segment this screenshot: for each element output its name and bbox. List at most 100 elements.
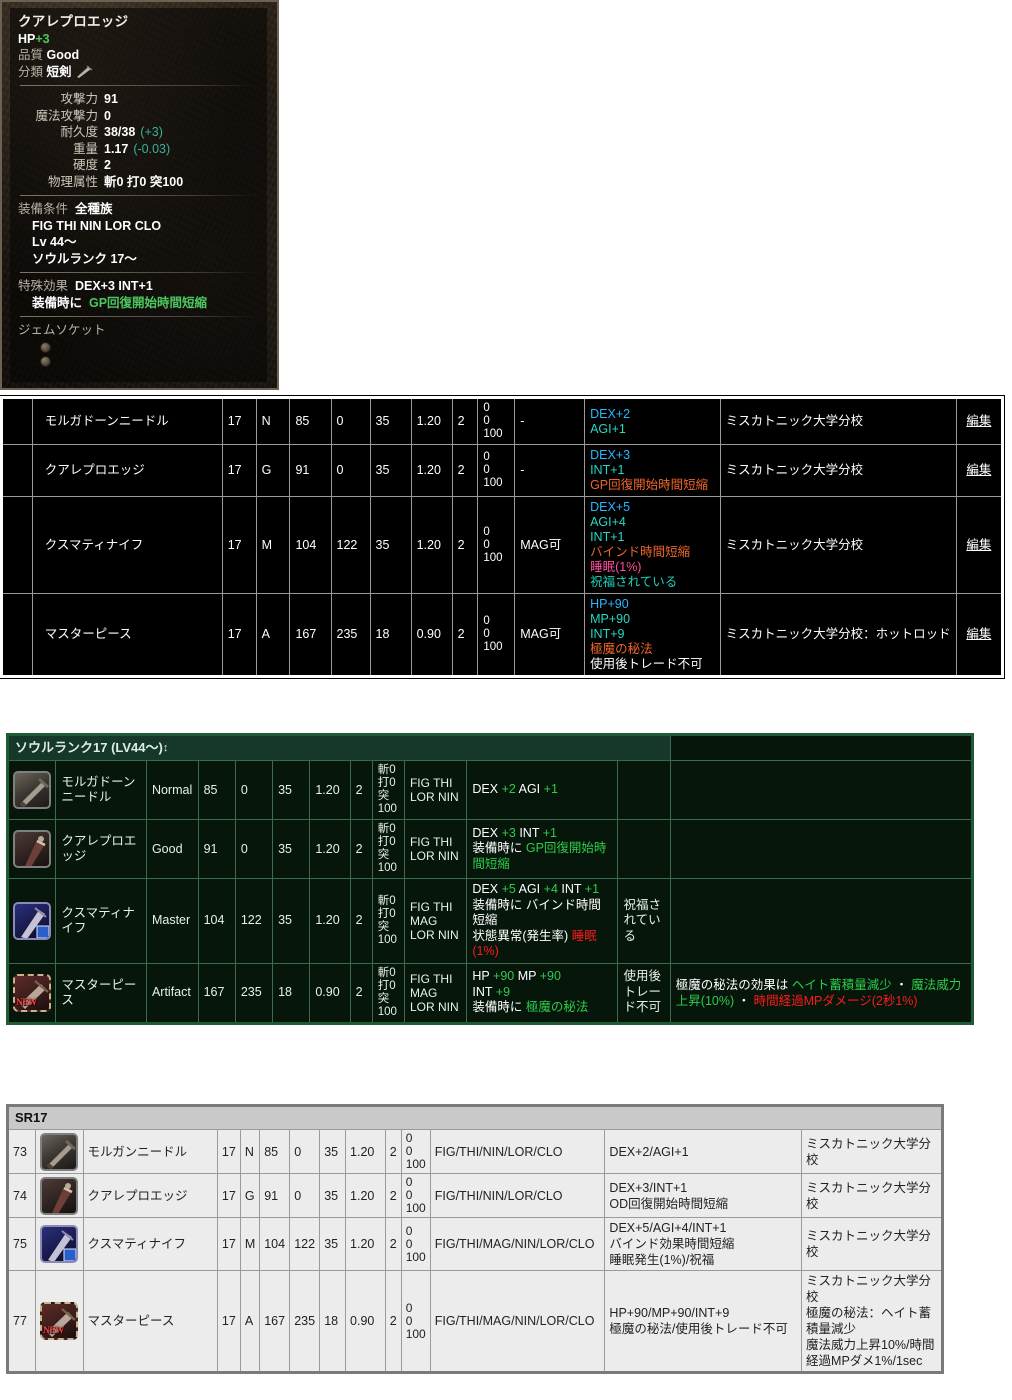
effect-text: DEX xyxy=(472,825,502,840)
durability-cell: 35 xyxy=(369,397,412,445)
magic-attack-cell: 122 xyxy=(330,496,371,594)
item-table-green-body: ソウルランク17 (LV44〜)↕ モルガドーンニードル Normal 85 0 35 1.… xyxy=(6,734,974,1024)
effect-text: GP回復開始時間短縮 xyxy=(590,478,709,492)
quale-edge-icon xyxy=(13,830,52,868)
tooltip-stat-extra: (+3) xyxy=(140,125,163,139)
soulrank-cell: 17 xyxy=(216,1129,241,1174)
tooltip-hp-row: HP+3 xyxy=(18,31,259,48)
item-name-cell: クスマティナイフ xyxy=(55,878,147,964)
quality-cell: A xyxy=(255,593,291,677)
tooltip-stats-list: 攻撃力 91 魔法攻撃力 0 耐久度 38/38 (+3) 重量 1.17 (-0.03) 硬度 2 物… xyxy=(18,91,259,190)
table-row: NEW マスターピース Artifact 167 235 18 0.90 2 斬0 打0 突 100 F… xyxy=(6,962,974,1024)
edit-link[interactable]: 編集 xyxy=(966,463,991,477)
effect-text: 極魔の秘法 xyxy=(590,642,653,656)
element-cell: 0 0 100 xyxy=(477,496,516,594)
effect-text: +4 xyxy=(543,882,562,896)
spacer-cell xyxy=(1,397,33,445)
table-row: モルガドーンニードル Normal 85 0 35 1.20 2 斬0 打0 突 100 FIG TH… xyxy=(6,760,974,820)
table-row: 75 クスマティナイフ 17 M 104 122 35 1.20 2 0 0 100 FIG/THI/M… xyxy=(7,1217,943,1271)
effects-cell: DEX+5 AGI+4 INT+1 バインド時間短縮 睡眠(1%) 祝福されている xyxy=(584,496,721,594)
soulrank-cell: 17 xyxy=(221,593,257,677)
effect-text: INT xyxy=(561,882,585,896)
source-cell: ミスカトニック大学分校 xyxy=(801,1173,943,1218)
effect-text: DEX+3 xyxy=(590,448,631,462)
row-id-cell: 73 xyxy=(7,1129,36,1174)
special-cell: 祝福されている xyxy=(617,878,671,964)
effect-text: +1 xyxy=(584,882,600,896)
weight-cell: 1.20 xyxy=(309,760,351,820)
element-cell: 0 0 100 xyxy=(400,1270,431,1373)
effect-text: 極魔の秘法の効果は xyxy=(675,977,792,992)
tooltip-stat-label: 魔法攻撃力 xyxy=(35,108,98,123)
element-cell: 0 0 100 xyxy=(400,1173,431,1218)
tooltip-quality-row: 品質 Good xyxy=(18,47,259,64)
element-cell: 0 0 100 xyxy=(400,1129,431,1174)
spacer-cell xyxy=(1,496,33,594)
effect-text: ・ xyxy=(891,977,912,992)
item-name-cell: マスターピース xyxy=(55,962,147,1024)
table-row: クアレプロエッジ Good 91 0 35 1.20 2 斬0 打0 突 100 FIG THI LOR… xyxy=(6,819,974,879)
tooltip-req-value: 全種族 xyxy=(74,202,113,216)
attack-cell: 91 xyxy=(197,819,236,879)
effect-text: 睡眠(1%) xyxy=(590,560,642,574)
effect-text: INT+9 xyxy=(590,627,625,641)
tooltip-stat-row: 硬度 2 xyxy=(18,157,259,174)
item-icon-cell xyxy=(34,1129,84,1174)
durability-cell: 35 xyxy=(319,1217,347,1271)
special-cell xyxy=(617,819,671,879)
effect-text: 装備時に バインド時間短縮 xyxy=(472,897,601,928)
hardness-cell: 2 xyxy=(349,760,373,820)
scroll-top-icon[interactable]: ↕ xyxy=(163,741,169,756)
hardness-cell: 2 xyxy=(349,962,373,1024)
magic-attack-cell: 0 xyxy=(234,819,274,879)
masterpiece-icon: NEW xyxy=(13,973,52,1012)
item-icon-cell xyxy=(34,1217,84,1271)
hardness-cell: 2 xyxy=(384,1270,402,1373)
tooltip-stat-value: 1.17 xyxy=(104,141,129,156)
gem-socket-icon[interactable] xyxy=(40,355,51,367)
edit-link[interactable]: 編集 xyxy=(966,627,991,641)
hardness-cell: 2 xyxy=(384,1173,402,1218)
effect-text: +1 xyxy=(543,782,558,797)
tooltip-divider-1 xyxy=(20,85,257,86)
tooltip-req-soulrank: ソウルランク 17〜 xyxy=(32,251,137,266)
item-name-cell: クスマティナイフ xyxy=(31,496,223,594)
quale-edge-icon xyxy=(40,1176,79,1215)
edit-cell[interactable]: 編集 xyxy=(955,444,1004,497)
edit-cell[interactable]: 編集 xyxy=(955,496,1004,594)
attack-cell: 85 xyxy=(259,1129,291,1174)
jobs-cell: FIG/THI/NIN/LOR/CLO xyxy=(429,1173,606,1218)
attack-cell: 85 xyxy=(197,760,236,820)
edit-link[interactable]: 編集 xyxy=(966,414,991,428)
edit-link[interactable]: 編集 xyxy=(966,538,991,552)
hardness-cell: 2 xyxy=(451,444,479,497)
weight-cell: 0.90 xyxy=(410,593,453,677)
effect-text: MP xyxy=(517,969,540,984)
effects-cell: DEX+2 AGI+1 xyxy=(584,397,721,445)
needle-icon xyxy=(40,1132,79,1171)
masterpiece-icon: NEW xyxy=(40,1302,79,1340)
edit-cell[interactable]: 編集 xyxy=(955,593,1004,677)
gem-socket-icon[interactable] xyxy=(40,341,51,353)
quality-cell: Normal xyxy=(145,760,199,820)
effect-text: AGI xyxy=(518,882,544,896)
attack-cell: 167 xyxy=(197,962,236,1024)
tooltip-stat-row: 魔法攻撃力 0 xyxy=(18,108,259,125)
edit-cell[interactable]: 編集 xyxy=(955,397,1004,445)
soulrank-cell: 17 xyxy=(216,1270,241,1373)
magic-attack-cell: 0 xyxy=(234,760,274,820)
weight-cell: 1.20 xyxy=(345,1129,386,1174)
durability-cell: 35 xyxy=(319,1129,347,1174)
row-id-cell: 74 xyxy=(7,1173,36,1218)
tooltip-special-value: DEX+3 INT+1 xyxy=(74,279,153,293)
tooltip-equip-effect: GP回復開始時間短縮 xyxy=(88,295,208,310)
effects-cell: DEX+3 INT+1 GP回復開始時間短縮 xyxy=(584,444,721,497)
hardness-cell: 2 xyxy=(451,593,479,677)
effect-text: +9 xyxy=(495,984,511,999)
effect-text: MP+90 xyxy=(590,612,631,626)
item-name-cell: クアレプロエッジ xyxy=(31,444,223,497)
jobs-cell: FIG THI MAG LOR NIN xyxy=(403,878,468,964)
tooltip-stat-value: 0 xyxy=(104,108,111,123)
tooltip-stat-row: 重量 1.17 (-0.03) xyxy=(18,141,259,158)
sr-header: SR17 xyxy=(7,1105,943,1130)
